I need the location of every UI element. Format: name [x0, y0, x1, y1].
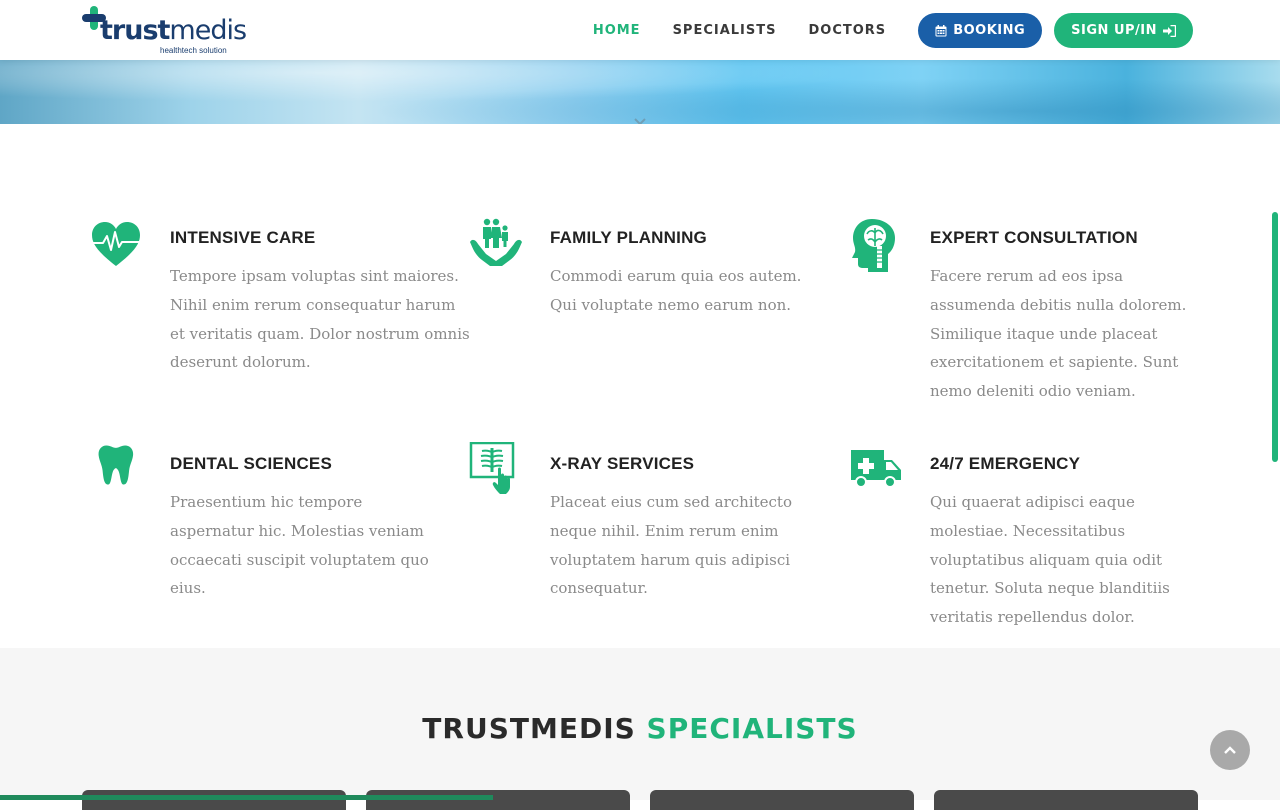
service-title: EXPERT CONSULTATION: [930, 228, 1138, 247]
service-expert-consultation: EXPERT CONSULTATION Facere rerum ad eos …: [852, 219, 1200, 406]
nav-doctors[interactable]: DOCTORS: [809, 23, 887, 38]
heartbeat-icon: [92, 222, 140, 266]
service-description: Tempore ipsam voluptas sint maiores. Nih…: [170, 267, 470, 372]
service-family-planning: FAMILY PLANNING Commodi earum quia eos a…: [470, 218, 820, 320]
nav-home[interactable]: HOME: [593, 23, 641, 38]
booking-button[interactable]: BOOKING: [918, 13, 1043, 48]
service-title: 24/7 EMERGENCY: [930, 454, 1081, 473]
specialists-heading-part2: SPECIALISTS: [646, 712, 858, 745]
service-title: INTENSIVE CARE: [170, 228, 316, 247]
specialists-heading-part1: TRUSTMEDIS: [422, 712, 636, 745]
logo-wordmark-part1: trust: [100, 15, 170, 46]
service-intensive-care: INTENSIVE CARE Tempore ipsam voluptas si…: [92, 222, 470, 377]
service-description: Facere rerum ad eos ipsa assumenda debit…: [930, 267, 1187, 401]
back-to-top-button[interactable]: [1210, 730, 1250, 770]
logo[interactable]: trustmedis healthtech solution: [80, 4, 250, 56]
hero-banner: [0, 60, 1280, 124]
scrollbar-thumb[interactable]: [1272, 212, 1278, 462]
service-title: DENTAL SCIENCES: [170, 454, 333, 473]
service-emergency: 24/7 EMERGENCY Qui quaerat adipisci eaqu…: [851, 450, 1205, 632]
service-xray: X-RAY SERVICES Placeat eius cum sed arch…: [469, 442, 820, 603]
sign-up-in-label: SIGN UP/IN: [1071, 23, 1157, 38]
service-description: Placeat eius cum sed architecto neque ni…: [550, 493, 792, 598]
site-header: trustmedis healthtech solution HOME SPEC…: [0, 0, 1280, 60]
scroll-progress-bar: [0, 795, 493, 800]
service-title: FAMILY PLANNING: [550, 228, 707, 247]
tooth-icon: [98, 445, 134, 485]
specialist-card[interactable]: [82, 790, 346, 810]
specialist-card[interactable]: [934, 790, 1198, 810]
specialists-section: TRUSTMEDIS SPECIALISTS: [0, 648, 1280, 810]
specialist-card[interactable]: [650, 790, 914, 810]
sign-up-in-button[interactable]: SIGN UP/IN: [1054, 13, 1193, 48]
service-description: Commodi earum quia eos autem. Qui volupt…: [550, 267, 802, 314]
booking-label: BOOKING: [953, 23, 1026, 38]
brain-head-icon: [852, 219, 895, 272]
chevron-down-icon[interactable]: [634, 118, 646, 124]
service-dental-sciences: DENTAL SCIENCES Praesentium hic tempore …: [98, 445, 440, 603]
sign-in-icon: [1163, 24, 1176, 37]
logo-wordmark-part2: medis: [169, 15, 247, 46]
calendar-icon: [935, 24, 947, 36]
specialist-card[interactable]: [366, 790, 630, 810]
main-nav: HOME SPECIALISTS DOCTORS BOOKING SIGN UP…: [593, 13, 1193, 48]
nav-specialists[interactable]: SPECIALISTS: [673, 23, 777, 38]
ambulance-icon: [851, 450, 901, 488]
xray-icon: [469, 442, 515, 494]
service-description: Qui quaerat adipisci eaque molestiae. Ne…: [930, 493, 1170, 627]
specialists-heading: TRUSTMEDIS SPECIALISTS: [0, 712, 1280, 745]
chevron-up-icon: [1224, 746, 1236, 754]
service-description: Praesentium hic tempore aspernatur hic. …: [170, 493, 429, 598]
service-title: X-RAY SERVICES: [550, 454, 695, 473]
logo-wordmark: trustmedis: [100, 15, 247, 46]
logo-tagline: healthtech solution: [160, 46, 227, 55]
family-hands-icon: [470, 218, 522, 266]
